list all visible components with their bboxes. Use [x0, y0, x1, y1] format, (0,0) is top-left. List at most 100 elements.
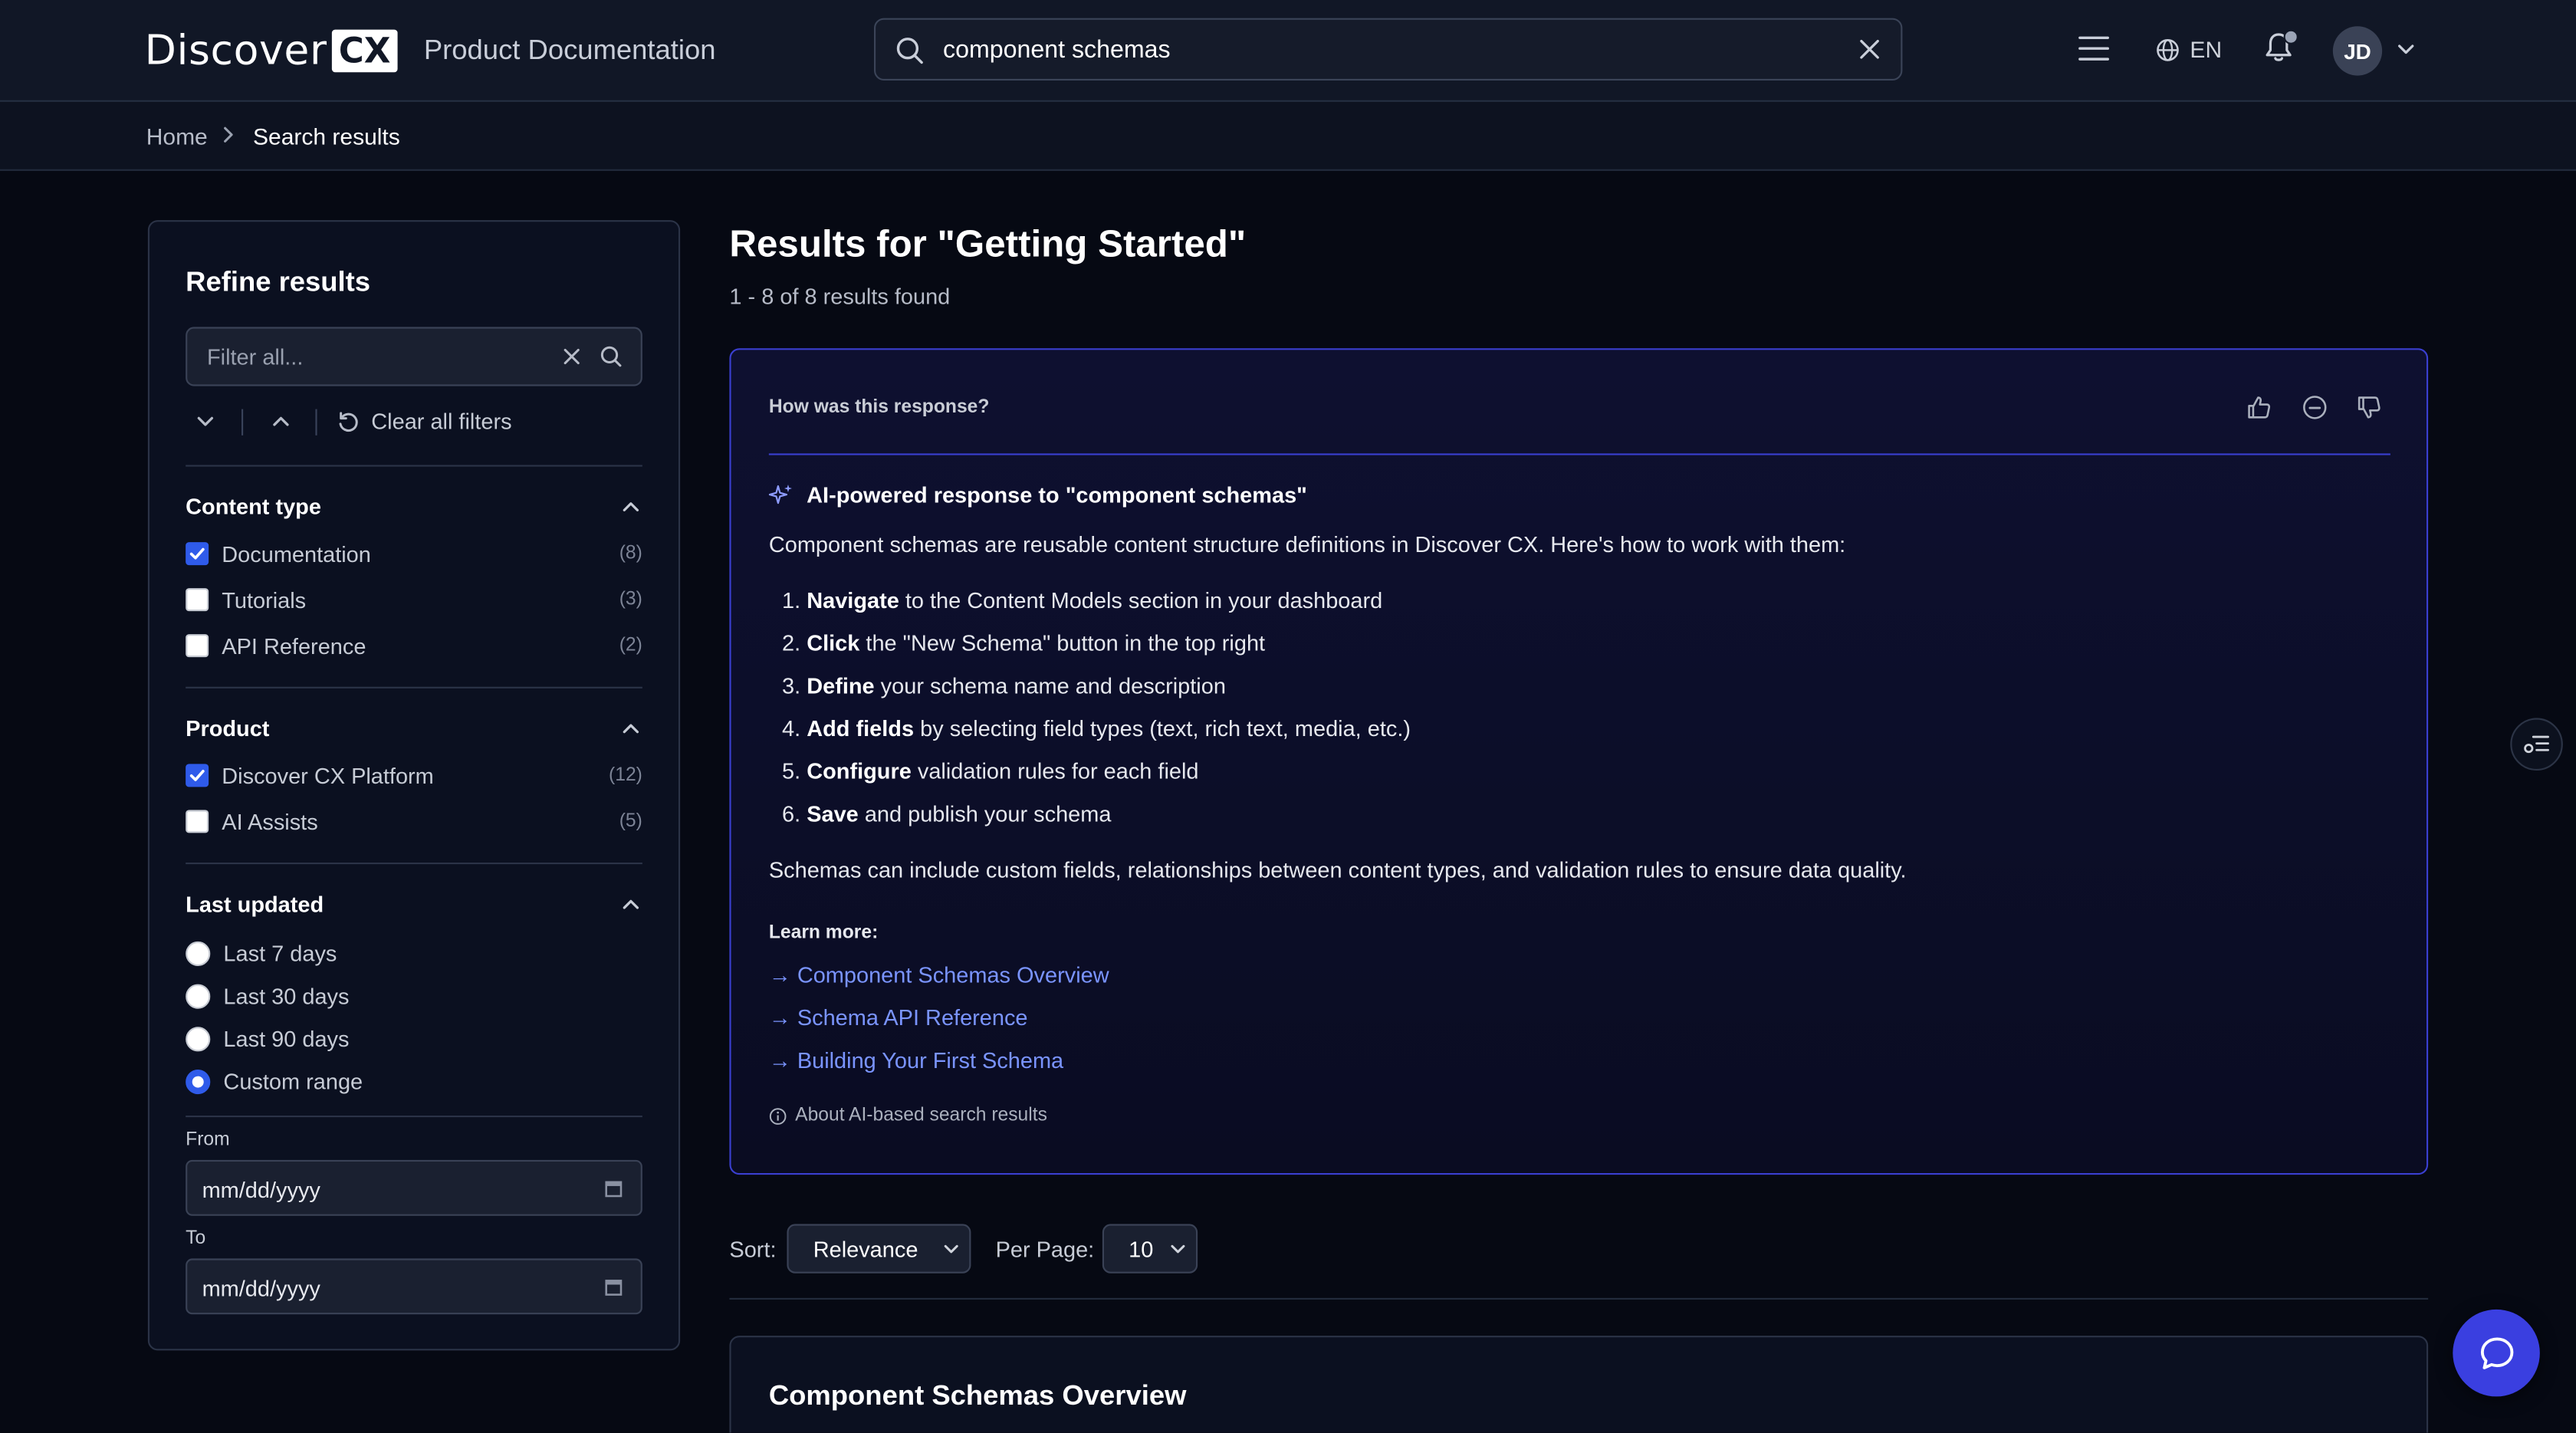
step-number: 2. — [781, 630, 801, 656]
step-keyword: Define — [807, 673, 875, 698]
ai-response-title: AI-powered response to "component schema… — [807, 483, 1307, 508]
to-date-input[interactable]: mm/dd/yyyy — [186, 1258, 642, 1315]
app-window: Discover CX Product Documentation compon… — [0, 0, 2576, 1433]
logo-badge: CX — [332, 29, 398, 73]
date-placeholder: mm/dd/yyyy — [202, 1178, 320, 1203]
learn-more-link[interactable]: → Building Your First Schema — [769, 1048, 1063, 1073]
step-keyword: Click — [807, 630, 860, 656]
step-number: 1. — [781, 588, 801, 613]
menu-icon[interactable] — [2078, 35, 2110, 62]
filter-option-last-30-days[interactable]: Last 30 days — [186, 981, 642, 1011]
ai-response-card: How was this response? AI-powered respon… — [729, 348, 2429, 1175]
checkbox[interactable] — [186, 588, 209, 612]
radio[interactable] — [186, 983, 211, 1008]
ai-response-header: AI-powered response to "component schema… — [768, 483, 1307, 508]
step-text: your schema name and description — [874, 673, 1226, 698]
from-date-input[interactable]: mm/dd/yyyy — [186, 1159, 642, 1216]
learn-more-link[interactable]: → Schema API Reference — [769, 1005, 1028, 1030]
step-keyword: Save — [807, 801, 859, 827]
filter-option-tutorials[interactable]: Tutorials (3) — [186, 585, 642, 615]
search-value: component schemas — [943, 36, 1171, 64]
filter-option-discover-cx-platform[interactable]: Discover CX Platform (12) — [186, 761, 642, 790]
breadcrumb-current: Search results — [253, 123, 400, 150]
expand-all-icon[interactable] — [271, 414, 291, 429]
toc-toggle-button[interactable] — [2510, 718, 2563, 771]
filter-input[interactable]: Filter all... — [186, 327, 642, 386]
divider — [186, 863, 642, 865]
step-item: 5. Configure validation rules for each f… — [782, 759, 1199, 784]
collapse-all-icon[interactable] — [196, 414, 215, 429]
divider — [315, 409, 317, 435]
filter-option-last-90-days[interactable]: Last 90 days — [186, 1024, 642, 1053]
divider — [186, 465, 642, 467]
ai-outro-text: Schemas can include custom fields, relat… — [768, 857, 1907, 882]
step-number: 5. — [781, 758, 801, 784]
last-updated-heading[interactable]: Last updated — [186, 892, 324, 917]
checkbox[interactable] — [186, 810, 209, 833]
option-label: Last 90 days — [223, 1026, 350, 1051]
thumbs-up-icon[interactable] — [2246, 394, 2272, 420]
globe-icon — [2157, 38, 2179, 61]
chevron-right-icon — [224, 127, 233, 143]
checkbox-checked[interactable] — [186, 542, 209, 566]
per-page-select[interactable]: 10 — [1102, 1224, 1198, 1274]
radio[interactable] — [186, 940, 211, 965]
language-selector[interactable]: EN — [2155, 36, 2222, 62]
search-input[interactable]: component schemas — [874, 18, 1903, 81]
about-ai-link[interactable]: About AI-based search results — [769, 1106, 1047, 1126]
chat-button[interactable] — [2453, 1309, 2540, 1397]
chevron-up-icon[interactable] — [621, 499, 641, 514]
divider — [729, 1297, 2429, 1300]
breadcrumb: Home Search results — [0, 101, 2576, 171]
avatar[interactable]: JD — [2332, 26, 2383, 76]
close-icon[interactable] — [1858, 38, 1881, 61]
product-heading[interactable]: Product — [186, 716, 269, 741]
neutral-face-icon[interactable] — [2302, 394, 2328, 420]
check-icon — [189, 770, 205, 781]
filter-option-documentation[interactable]: Documentation (8) — [186, 539, 642, 569]
calendar-icon[interactable] — [605, 1180, 623, 1198]
result-title[interactable]: Component Schemas Overview — [769, 1380, 1187, 1413]
learn-more-link[interactable]: → Component Schemas Overview — [769, 963, 1109, 988]
filter-option-last-7-days[interactable]: Last 7 days — [186, 938, 642, 968]
clear-filters-label: Clear all filters — [371, 409, 512, 434]
radio-selected[interactable] — [186, 1068, 211, 1094]
radio[interactable] — [186, 1026, 211, 1051]
clear-filters-button[interactable]: Clear all filters — [337, 409, 512, 434]
search-icon[interactable] — [600, 345, 623, 368]
divider — [242, 409, 244, 435]
filter-option-ai-assists[interactable]: AI Assists (5) — [186, 807, 642, 836]
step-number: 4. — [781, 716, 801, 741]
chevron-up-icon[interactable] — [621, 721, 641, 736]
date-placeholder: mm/dd/yyyy — [202, 1277, 320, 1302]
chevron-down-icon[interactable] — [2397, 43, 2415, 56]
reset-icon — [339, 411, 358, 431]
sort-select[interactable]: Relevance — [787, 1224, 971, 1274]
step-item: 1. Navigate to the Content Models sectio… — [782, 588, 1382, 613]
step-item: 4. Add fields by selecting field types (… — [782, 716, 1411, 741]
option-label: Custom range — [223, 1068, 363, 1094]
logo-word: Discover — [144, 26, 327, 74]
option-label: Last 30 days — [223, 983, 350, 1008]
checkbox[interactable] — [186, 634, 209, 658]
filter-option-custom-range[interactable]: Custom range — [186, 1067, 642, 1096]
filter-option-api-reference[interactable]: API Reference (2) — [186, 631, 642, 661]
sort-value: Relevance — [813, 1237, 918, 1262]
breadcrumb-home[interactable]: Home — [146, 123, 208, 150]
option-count: (3) — [619, 590, 642, 610]
content-type-heading[interactable]: Content type — [186, 495, 321, 519]
close-icon[interactable] — [562, 347, 582, 366]
filter-placeholder: Filter all... — [207, 345, 304, 370]
option-label: API Reference — [222, 633, 366, 659]
chevron-up-icon[interactable] — [621, 897, 641, 912]
thumbs-down-icon[interactable] — [2356, 394, 2382, 420]
calendar-icon[interactable] — [605, 1278, 623, 1297]
step-text: to the Content Models section in your da… — [899, 588, 1383, 613]
logo[interactable]: Discover CX — [144, 26, 398, 75]
ai-intro-text: Component schemas are reusable content s… — [768, 532, 1846, 557]
checkbox-checked[interactable] — [186, 764, 209, 787]
result-card[interactable]: Component Schemas Overview — [729, 1336, 2429, 1433]
divider — [768, 453, 2390, 455]
option-count: (5) — [619, 811, 642, 832]
step-text: by selecting field types (text, rich tex… — [914, 716, 1411, 741]
